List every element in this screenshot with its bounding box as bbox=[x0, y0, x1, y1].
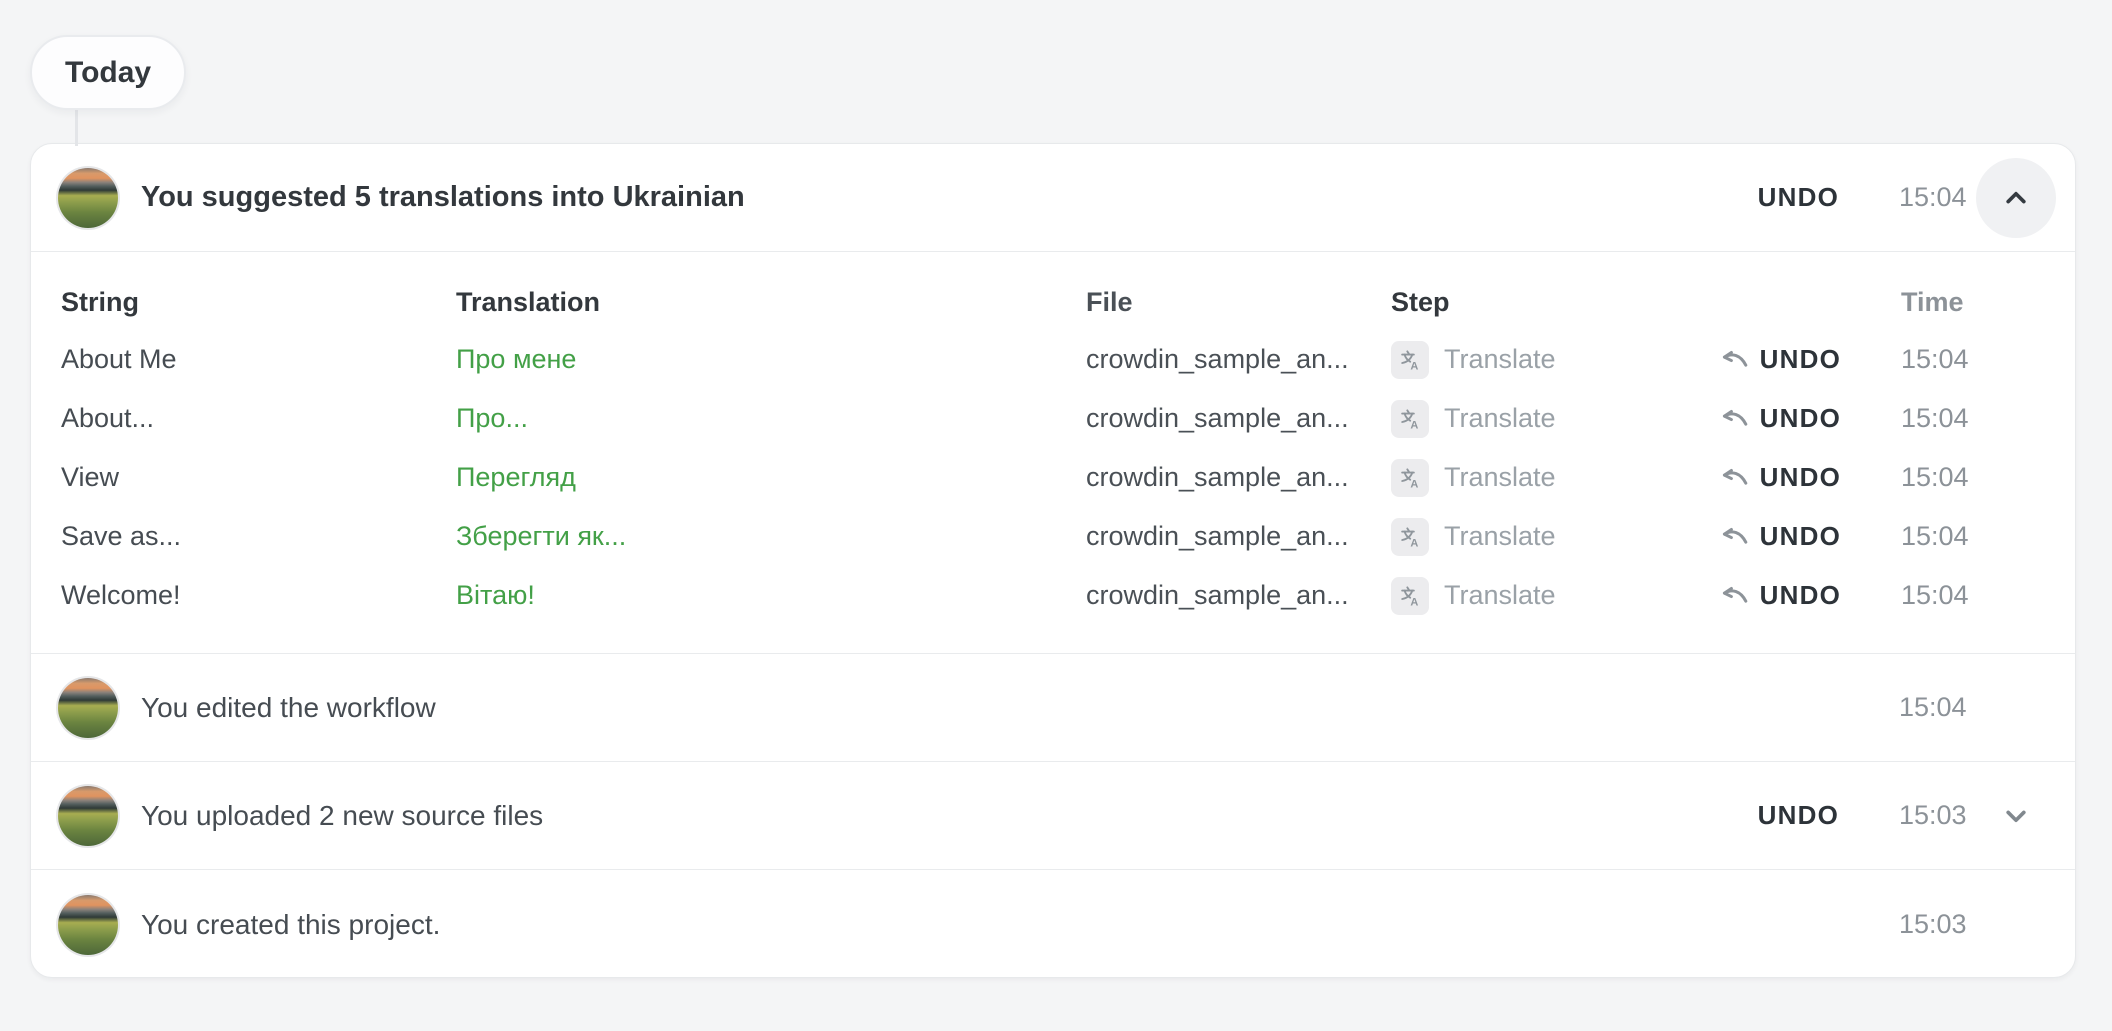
row-time: 15:04 bbox=[1901, 403, 1978, 434]
date-badge: Today bbox=[30, 35, 186, 110]
translation-link[interactable]: Про... bbox=[456, 403, 1086, 434]
file-cell: crowdin_sample_an... bbox=[1086, 580, 1391, 611]
row-time: 15:04 bbox=[1901, 580, 1978, 611]
row-undo-button[interactable]: UNDO bbox=[1729, 462, 1841, 493]
expand-button[interactable] bbox=[1976, 776, 2056, 856]
step-cell: A Translate bbox=[1391, 459, 1729, 497]
row-undo-button[interactable]: UNDO bbox=[1729, 580, 1841, 611]
activity-time: 15:03 bbox=[1899, 909, 1976, 940]
translate-icon: A bbox=[1391, 577, 1429, 615]
column-header-translation: Translation bbox=[456, 287, 1086, 318]
activity-title: You suggested 5 translations into Ukrain… bbox=[141, 181, 745, 214]
file-cell: crowdin_sample_an... bbox=[1086, 403, 1391, 434]
chevron-down-icon bbox=[1999, 799, 2033, 833]
svg-text:A: A bbox=[1410, 537, 1418, 549]
activity-card: You suggested 5 translations into Ukrain… bbox=[30, 143, 2076, 978]
undo-arrow-icon bbox=[1721, 585, 1751, 607]
avatar bbox=[58, 168, 118, 228]
activity-time: 15:04 bbox=[1899, 182, 1976, 213]
activity-row-created: You created this project. 15:03 bbox=[31, 869, 2075, 978]
step-label: Translate bbox=[1444, 580, 1556, 611]
row-undo-label: UNDO bbox=[1760, 462, 1841, 493]
undo-button-label: UNDO bbox=[1758, 800, 1839, 831]
string-cell: View bbox=[61, 462, 456, 493]
step-cell: A Translate bbox=[1391, 400, 1729, 438]
activity-row-uploaded: You uploaded 2 new source files UNDO 15:… bbox=[31, 761, 2075, 869]
row-undo-button[interactable]: UNDO bbox=[1729, 403, 1841, 434]
avatar bbox=[58, 678, 118, 738]
activity-page: Today You suggested 5 translations into … bbox=[0, 0, 2112, 1031]
undo-button-label: UNDO bbox=[1758, 182, 1839, 213]
column-header-file: File bbox=[1086, 287, 1391, 318]
file-cell: crowdin_sample_an... bbox=[1086, 344, 1391, 375]
svg-text:A: A bbox=[1410, 478, 1418, 490]
svg-text:A: A bbox=[1410, 419, 1418, 431]
activity-time: 15:04 bbox=[1899, 692, 1976, 723]
translate-icon: A bbox=[1391, 459, 1429, 497]
table-header-row: String Translation File Step Time bbox=[31, 274, 2075, 330]
activity-time: 15:03 bbox=[1899, 800, 1976, 831]
file-cell: crowdin_sample_an... bbox=[1086, 462, 1391, 493]
undo-arrow-icon bbox=[1721, 349, 1751, 371]
table-row: About Me Про мене crowdin_sample_an... A bbox=[31, 330, 2075, 389]
undo-arrow-icon bbox=[1721, 467, 1751, 489]
avatar bbox=[58, 895, 118, 955]
row-undo-label: UNDO bbox=[1760, 580, 1841, 611]
column-header-string: String bbox=[61, 287, 456, 318]
collapse-button[interactable] bbox=[1976, 158, 2056, 238]
activity-title: You edited the workflow bbox=[141, 692, 436, 724]
row-time: 15:04 bbox=[1901, 462, 1978, 493]
undo-button[interactable]: UNDO bbox=[1758, 800, 1839, 831]
timeline-connector bbox=[75, 106, 78, 146]
row-time: 15:04 bbox=[1901, 521, 1978, 552]
activity-title: You uploaded 2 new source files bbox=[141, 800, 543, 832]
table-row: Welcome! Вітаю! crowdin_sample_an... A bbox=[31, 566, 2075, 625]
row-undo-button[interactable]: UNDO bbox=[1729, 344, 1841, 375]
undo-arrow-icon bbox=[1721, 526, 1751, 548]
translations-table: String Translation File Step Time About … bbox=[31, 251, 2075, 653]
translate-icon: A bbox=[1391, 341, 1429, 379]
translation-link[interactable]: Про мене bbox=[456, 344, 1086, 375]
chevron-up-icon bbox=[1999, 181, 2033, 215]
avatar bbox=[58, 786, 118, 846]
step-cell: A Translate bbox=[1391, 341, 1729, 379]
step-cell: A Translate bbox=[1391, 577, 1729, 615]
translation-link[interactable]: Вітаю! bbox=[456, 580, 1086, 611]
table-row: About... Про... crowdin_sample_an... A bbox=[31, 389, 2075, 448]
row-undo-button[interactable]: UNDO bbox=[1729, 521, 1841, 552]
svg-text:A: A bbox=[1410, 596, 1418, 608]
table-row: View Перегляд crowdin_sample_an... A bbox=[31, 448, 2075, 507]
translate-icon: A bbox=[1391, 400, 1429, 438]
step-cell: A Translate bbox=[1391, 518, 1729, 556]
string-cell: Save as... bbox=[61, 521, 456, 552]
translation-link[interactable]: Перегляд bbox=[456, 462, 1086, 493]
row-undo-label: UNDO bbox=[1760, 344, 1841, 375]
step-label: Translate bbox=[1444, 462, 1556, 493]
column-header-time: Time bbox=[1901, 287, 1978, 318]
row-undo-label: UNDO bbox=[1760, 521, 1841, 552]
step-label: Translate bbox=[1444, 344, 1556, 375]
activity-row-workflow: You edited the workflow 15:04 bbox=[31, 653, 2075, 761]
translate-icon: A bbox=[1391, 518, 1429, 556]
undo-arrow-icon bbox=[1721, 408, 1751, 430]
row-undo-label: UNDO bbox=[1760, 403, 1841, 434]
step-label: Translate bbox=[1444, 521, 1556, 552]
undo-button[interactable]: UNDO bbox=[1758, 182, 1839, 213]
string-cell: About... bbox=[61, 403, 456, 434]
file-cell: crowdin_sample_an... bbox=[1086, 521, 1391, 552]
translation-link[interactable]: Зберегти як... bbox=[456, 521, 1086, 552]
table-row: Save as... Зберегти як... crowdin_sample… bbox=[31, 507, 2075, 566]
activity-row-suggested: You suggested 5 translations into Ukrain… bbox=[31, 144, 2075, 251]
string-cell: Welcome! bbox=[61, 580, 456, 611]
column-header-step: Step bbox=[1391, 287, 1729, 318]
string-cell: About Me bbox=[61, 344, 456, 375]
date-badge-label: Today bbox=[65, 56, 151, 90]
step-label: Translate bbox=[1444, 403, 1556, 434]
activity-title: You created this project. bbox=[141, 909, 440, 941]
svg-text:A: A bbox=[1410, 360, 1418, 372]
row-time: 15:04 bbox=[1901, 344, 1978, 375]
